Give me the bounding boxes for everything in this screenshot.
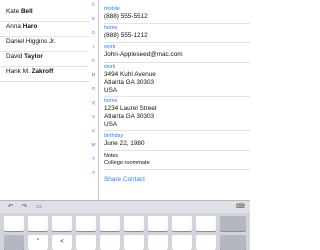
work-address-line3[interactable]: USA	[104, 87, 117, 95]
keyboard-key[interactable]: <	[52, 235, 72, 250]
home-phone-value[interactable]: (888) 555-1212	[104, 32, 148, 40]
divider	[104, 23, 250, 24]
mobile-label: mobile	[104, 6, 120, 12]
keyboard-key[interactable]	[4, 216, 24, 231]
mobile-value[interactable]: (888) 555-5512	[104, 13, 148, 21]
keyboard-key[interactable]	[124, 216, 144, 231]
keyboard-key[interactable]	[100, 235, 120, 250]
work-email-label: work	[104, 44, 116, 50]
work-address-line2[interactable]: Atlanta GA 30303	[104, 79, 154, 87]
divider	[104, 169, 250, 170]
index-letter[interactable]: K	[89, 58, 98, 63]
return-key[interactable]	[220, 235, 246, 250]
index-letter[interactable]: #	[89, 170, 98, 175]
keyboard-key[interactable]	[196, 235, 216, 250]
index-letter[interactable]: S	[89, 114, 98, 119]
work-email-value[interactable]: John-Appleseed@mac.com	[104, 51, 183, 59]
index-letter[interactable]: C	[89, 2, 98, 7]
index-letter[interactable]: Y	[89, 156, 98, 161]
index-letter[interactable]: M	[89, 72, 98, 77]
home-phone-label: home	[104, 25, 118, 31]
divider	[104, 42, 250, 43]
keyboard-key[interactable]	[196, 216, 216, 231]
index-letter[interactable]: O	[89, 86, 98, 91]
keyboard-key[interactable]	[52, 216, 72, 231]
notes-value[interactable]: College roommate	[104, 159, 150, 167]
contact-list: Kate Bell Anna Haro Daniel Higgins Jr. D…	[0, 0, 89, 200]
contact-detail-pane: mobile (888) 555-5512 home (888) 555-121…	[99, 0, 250, 200]
keyboard-key[interactable]	[148, 235, 168, 250]
keyboard-key[interactable]	[28, 216, 48, 231]
contact-row-hank-zakroff[interactable]: Hank M. Zakroff	[0, 60, 89, 82]
redo-icon[interactable]: ↷	[22, 204, 27, 210]
keyboard-key[interactable]	[124, 235, 144, 250]
dismiss-keyboard-icon[interactable]: ⌨	[236, 204, 245, 210]
keyboard-key[interactable]	[76, 235, 96, 250]
home-address-line3[interactable]: USA	[104, 121, 117, 129]
index-letter[interactable]: U	[89, 128, 98, 133]
divider	[104, 96, 250, 97]
index-letter[interactable]: I	[89, 44, 98, 49]
index-letter[interactable]: Q	[89, 100, 98, 105]
index-letter[interactable]: G	[89, 30, 98, 35]
birthday-value[interactable]: June 22, 1980	[104, 140, 145, 148]
keyboard-key[interactable]	[4, 235, 24, 250]
keyboard-key[interactable]	[172, 235, 192, 250]
keyboard: ↶ ↷ ▭ ⌨ " <	[0, 200, 250, 250]
undo-icon[interactable]: ↶	[8, 204, 13, 210]
index-letter[interactable]: E	[89, 16, 98, 21]
index-letter[interactable]: W	[89, 142, 98, 147]
keyboard-key[interactable]	[148, 216, 168, 231]
paste-icon[interactable]: ▭	[36, 204, 42, 210]
birthday-label: birthday	[104, 133, 124, 139]
keyboard-key[interactable]	[172, 216, 192, 231]
share-contact-button[interactable]: Share Contact	[104, 176, 145, 184]
keyboard-key[interactable]	[76, 216, 96, 231]
home-address-line2[interactable]: Atlanta GA 30303	[104, 113, 154, 121]
work-address-line1[interactable]: 3494 Kuhl Avenue	[104, 71, 156, 79]
contact-name: Hank M. Zakroff	[6, 68, 54, 75]
alphabet-index[interactable]: C E G I K M O Q S U W Y #	[89, 0, 98, 200]
keyboard-key[interactable]: "	[28, 235, 48, 250]
delete-key[interactable]	[220, 216, 246, 231]
home-address-label: home	[104, 98, 118, 104]
keyboard-key[interactable]	[100, 216, 120, 231]
divider	[104, 150, 250, 151]
keyboard-shortcut-bar: ↶ ↷ ▭ ⌨	[0, 201, 250, 213]
home-address-line1[interactable]: 1234 Laurel Street	[104, 105, 157, 113]
divider	[104, 62, 250, 63]
work-address-label: work	[104, 64, 116, 70]
divider	[104, 130, 250, 131]
